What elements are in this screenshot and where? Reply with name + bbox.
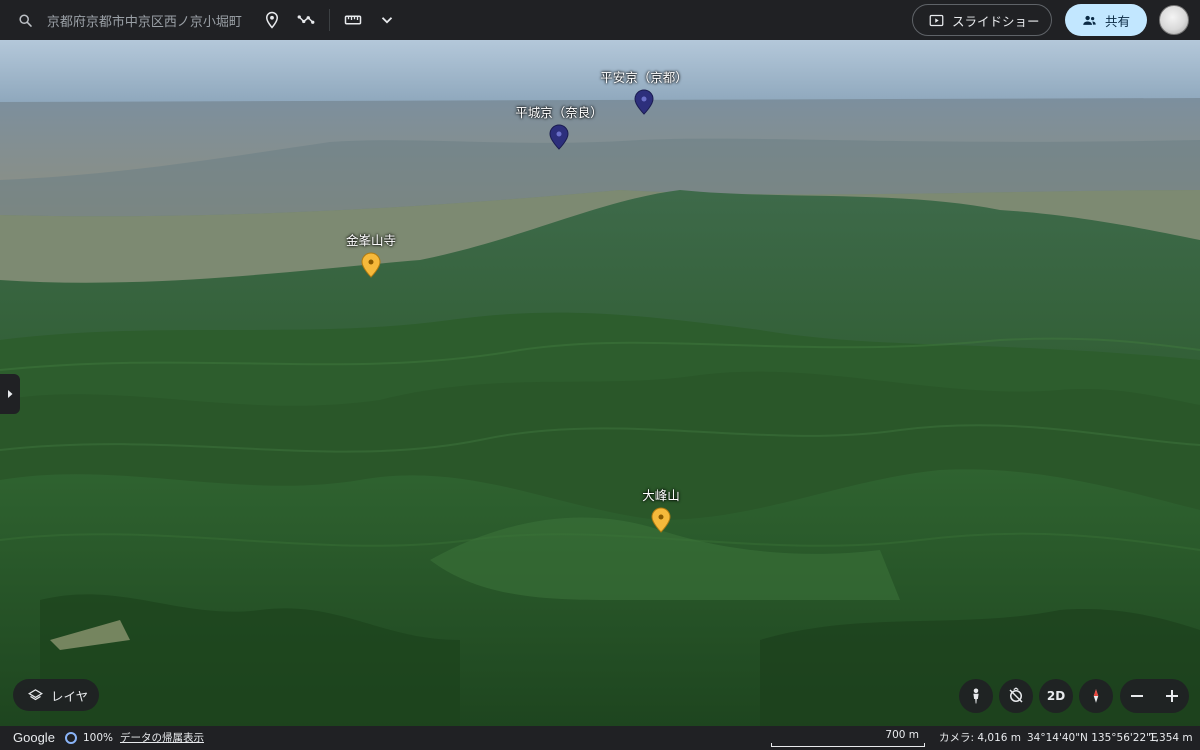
toggle-2d-button[interactable]: 2D	[1039, 679, 1073, 713]
slideshow-icon	[929, 14, 944, 26]
marker-label: 平安京（京都）	[600, 70, 688, 85]
slideshow-label: スライドショー	[952, 13, 1040, 29]
layers-button[interactable]: レイヤ	[13, 679, 99, 711]
zoom-controls	[1120, 679, 1189, 713]
expand-panel-button[interactable]	[0, 374, 20, 414]
marker-heijokyo[interactable]: 平城京（奈良）	[499, 102, 619, 150]
place-pin-icon	[265, 11, 279, 29]
measure-button[interactable]	[336, 0, 370, 40]
marker-kinpusenji[interactable]: 金峯山寺	[311, 230, 431, 278]
path-icon	[297, 15, 315, 24]
add-placemark-button[interactable]	[255, 0, 289, 40]
search-box[interactable]: 京都府京都市中京区西ノ京小堀町	[0, 0, 255, 40]
draw-path-button[interactable]	[289, 0, 323, 40]
chevron-right-icon	[8, 390, 13, 398]
zoom-in-button[interactable]	[1157, 679, 1187, 713]
google-logo: Google	[13, 730, 55, 745]
marker-label: 平城京（奈良）	[515, 105, 603, 120]
elevation: 1,354 m	[1149, 732, 1193, 744]
pegman-button[interactable]	[959, 679, 993, 713]
layers-icon	[28, 688, 43, 700]
search-icon	[19, 13, 32, 27]
zoom-out-button[interactable]	[1122, 679, 1152, 713]
search-input[interactable]: 京都府京都市中京区西ノ京小堀町	[47, 11, 255, 30]
map-pin-icon	[651, 507, 671, 533]
share-label: 共有	[1105, 13, 1131, 29]
scale-bar: 700 m	[771, 726, 925, 750]
scale-label: 700 m	[885, 729, 919, 741]
tilt-reset-icon	[1009, 687, 1023, 703]
minus-icon	[1131, 695, 1144, 697]
coordinates: 34°14'40"N 135°56'22"E	[1027, 732, 1158, 744]
toggle-2d-label: 2D	[1046, 689, 1066, 703]
more-tools-button[interactable]	[370, 0, 404, 40]
reset-tilt-button[interactable]	[999, 679, 1033, 713]
people-icon	[1083, 15, 1096, 25]
map-pin-icon	[634, 89, 654, 115]
slideshow-button[interactable]: スライドショー	[912, 4, 1052, 36]
ruler-icon	[344, 15, 362, 25]
marker-omine[interactable]: 大峰山	[601, 485, 721, 533]
camera-altitude: カメラ: 4,016 m	[939, 732, 1022, 744]
toolbar-divider	[329, 9, 330, 31]
share-button[interactable]: 共有	[1065, 4, 1147, 36]
loading-indicator-icon	[65, 732, 77, 744]
top-bar: 京都府京都市中京区西ノ京小堀町 スライドショー 共有	[0, 0, 1200, 40]
marker-label: 金峯山寺	[345, 233, 396, 248]
compass-button[interactable]	[1079, 679, 1113, 713]
load-percent: 100%	[83, 732, 114, 744]
status-bar: Google 100% データの帰属表示 700 m カメラ: 4,016 m …	[0, 726, 1200, 750]
chevron-down-icon	[381, 17, 393, 24]
map-view[interactable]: 平安京（京都） 平城京（奈良） 金峯山寺 大峰山	[0, 40, 1200, 726]
data-attribution-link[interactable]: データの帰属表示	[120, 726, 204, 750]
compass-icon	[1093, 689, 1099, 703]
pegman-icon	[973, 688, 979, 704]
map-pin-icon	[361, 252, 381, 278]
marker-label: 大峰山	[642, 488, 680, 503]
plus-icon	[1165, 690, 1178, 702]
avatar[interactable]	[1159, 5, 1189, 35]
layers-label: レイヤ	[51, 688, 89, 704]
map-pin-icon	[549, 124, 569, 150]
